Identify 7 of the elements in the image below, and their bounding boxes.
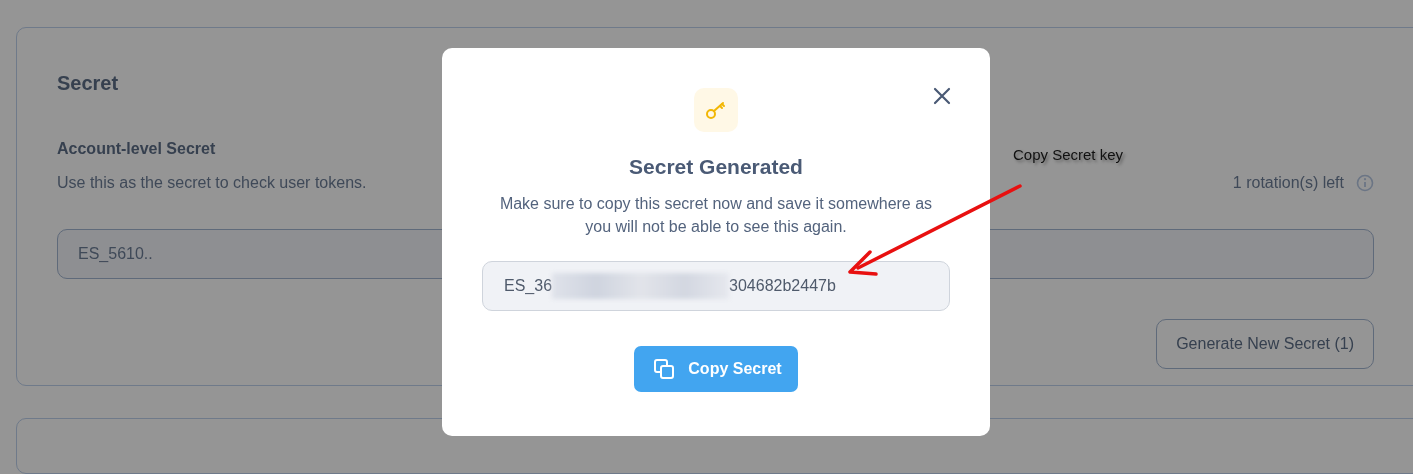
section-title: Secret xyxy=(57,72,119,96)
dialog-message: Make sure to copy this secret now and save it somewhere as you will not be able to see this again. xyxy=(498,194,934,237)
rotations-text: 1 rotation(s) left xyxy=(1232,174,1344,192)
description: Use this as the secret to check user tokens. xyxy=(57,174,367,192)
dialog-title: Secret Generated xyxy=(629,155,803,179)
annotation-text: Copy Secret key xyxy=(1013,146,1124,163)
field-label: Account-level Secret xyxy=(57,140,216,158)
